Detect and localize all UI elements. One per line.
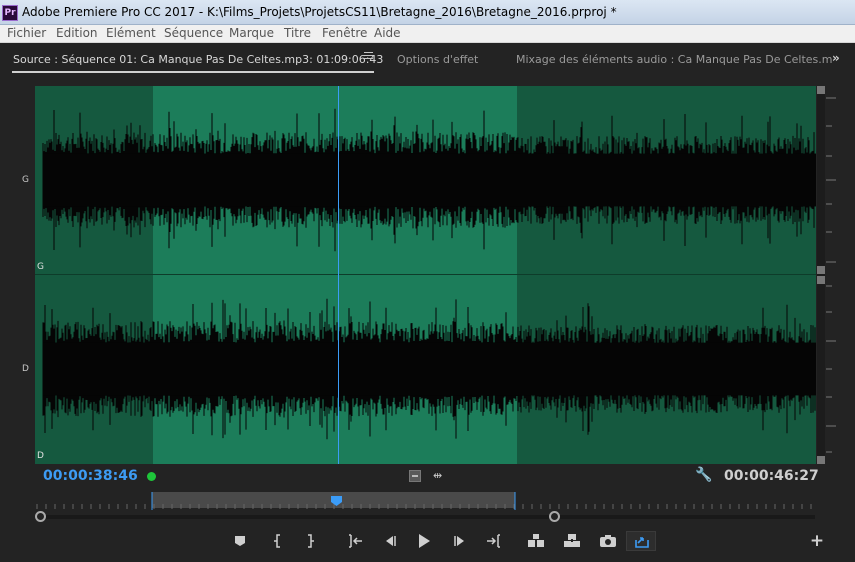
scroll-thumb-mid-b[interactable] — [817, 276, 825, 284]
channel-divider — [35, 274, 816, 275]
vertical-zoom-scrollbar[interactable] — [817, 86, 825, 464]
channel-right-inner-label: D — [37, 451, 44, 461]
premiere-app-icon: Pr — [2, 5, 18, 21]
zoom-scroll-track[interactable] — [40, 515, 815, 519]
zoom-handle-right[interactable] — [549, 511, 560, 522]
scroll-thumb-top[interactable] — [817, 86, 825, 94]
menu-titre[interactable]: Titre — [284, 26, 311, 40]
channel-left-inner-label: G — [37, 262, 44, 272]
drag-audio-icon[interactable]: ⇹ — [433, 469, 442, 482]
tab-overflow-icon[interactable]: » — [832, 51, 840, 65]
scroll-thumb-bottom[interactable] — [817, 456, 825, 464]
current-timecode[interactable]: 00:00:38:46 — [43, 468, 138, 484]
tab-audio-mixer[interactable]: Mixage des éléments audio : Ca Manque Pa… — [516, 53, 833, 66]
menu-sequence[interactable]: Séquence — [164, 26, 223, 40]
panel-tab-bar: Source : Séquence 01: Ca Manque Pas De C… — [0, 43, 855, 76]
go-to-out-icon[interactable] — [486, 534, 502, 548]
go-to-in-icon[interactable] — [347, 534, 363, 548]
duration-timecode: 00:00:46:27 — [724, 468, 819, 484]
active-tab-underline — [12, 71, 374, 73]
step-back-icon[interactable] — [383, 534, 397, 548]
settings-wrench-icon[interactable]: 🔧 — [695, 467, 712, 483]
panel-menu-icon[interactable] — [364, 52, 373, 60]
insert-icon[interactable] — [527, 533, 545, 549]
mark-in-icon[interactable] — [273, 534, 283, 548]
button-editor-button[interactable] — [626, 531, 656, 551]
step-forward-icon[interactable] — [453, 534, 467, 548]
waveform-channel-core — [43, 153, 816, 207]
menu-edition[interactable]: Edition — [56, 26, 98, 40]
button-editor-icon — [635, 537, 649, 548]
waveform-channel-core — [43, 342, 816, 396]
add-marker-icon[interactable] — [234, 535, 246, 547]
mark-out-icon[interactable] — [305, 534, 315, 548]
playhead-line[interactable] — [338, 86, 339, 464]
waveform-graphic — [42, 108, 816, 440]
audio-waveform[interactable]: G D — [35, 86, 816, 464]
transport-controls: + — [0, 528, 855, 554]
amplitude-ruler — [826, 97, 836, 453]
window-title: Adobe Premiere Pro CC 2017 - K:\Films_Pr… — [22, 5, 617, 19]
zoom-to-fit-icon[interactable] — [409, 470, 421, 482]
menu-marque[interactable]: Marque — [229, 26, 274, 40]
channel-left-label: G — [22, 175, 29, 185]
zoom-handle-left[interactable] — [35, 511, 46, 522]
menu-aide[interactable]: Aide — [374, 26, 401, 40]
menu-fichier[interactable]: Fichier — [7, 26, 46, 40]
title-bar: Pr Adobe Premiere Pro CC 2017 - K:\Films… — [0, 0, 855, 25]
tab-effect-options[interactable]: Options d'effet — [397, 53, 478, 66]
playback-status-dot — [147, 472, 156, 481]
menu-element[interactable]: Elément — [106, 26, 156, 40]
menu-bar: Fichier Edition Elément Séquence Marque … — [0, 25, 855, 43]
add-button-icon[interactable]: + — [809, 531, 825, 551]
play-icon[interactable] — [417, 533, 431, 549]
overwrite-icon[interactable] — [563, 533, 581, 549]
premiere-source-monitor: Pr Adobe Premiere Pro CC 2017 - K:\Films… — [0, 0, 855, 562]
menu-fenetre[interactable]: Fenêtre — [322, 26, 367, 40]
tab-source[interactable]: Source : Séquence 01: Ca Manque Pas De C… — [13, 53, 383, 66]
export-frame-camera-icon[interactable] — [599, 534, 617, 548]
time-ruler[interactable] — [35, 490, 816, 512]
scroll-thumb-mid-a[interactable] — [817, 266, 825, 274]
channel-right-label: D — [22, 364, 29, 374]
